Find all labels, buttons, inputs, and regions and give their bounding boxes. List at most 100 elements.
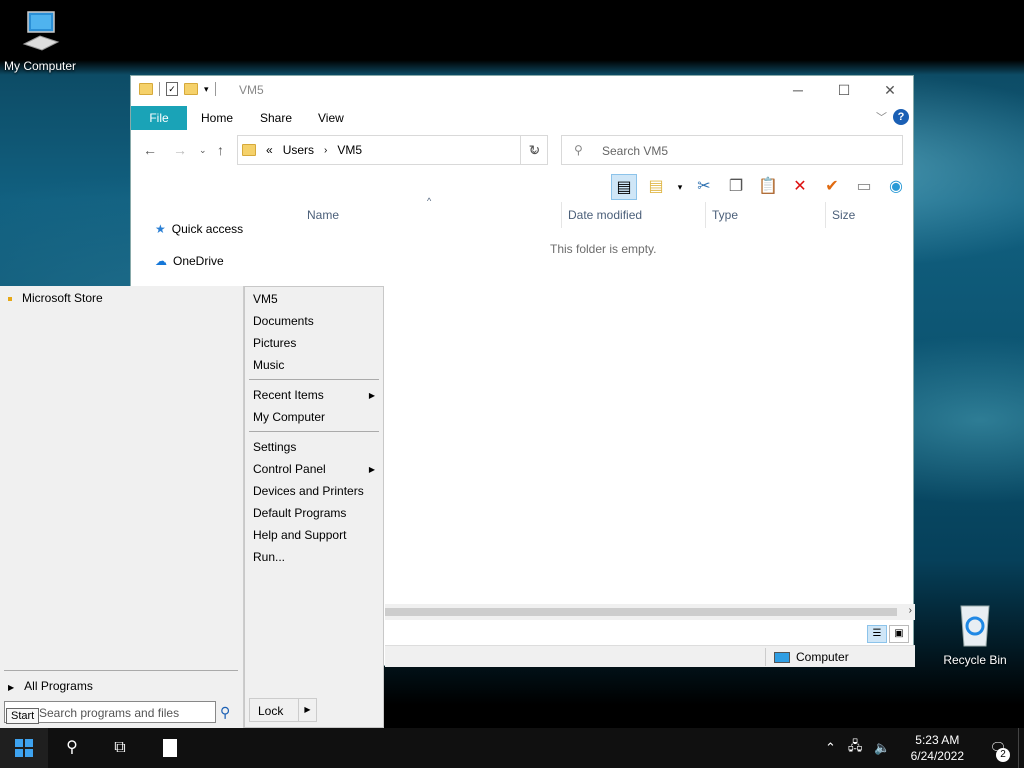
dropdown-icon[interactable]: ▾ xyxy=(675,174,685,200)
up-arrow-icon[interactable]: ↑ xyxy=(217,142,224,158)
status-bar: Computer xyxy=(385,645,915,667)
ribbon-tabs: File Home Share View xyxy=(131,106,913,130)
volume-icon[interactable]: 🔈 xyxy=(868,740,896,756)
maximize-button[interactable]: ☐ xyxy=(821,76,867,104)
command-toolbar: ▤ ▤ ▾ ✂ ❐ 📋 ✕ ✔ ▭ ◉ xyxy=(611,172,909,202)
address-row: ← → ⌄ ↑ « Users › VM5 ⌄ ↻ ⚲ Search VM5 xyxy=(131,134,913,166)
view-buttons: ☰ ▣ xyxy=(867,625,909,643)
menu-item-devices-and-printers[interactable]: Devices and Printers xyxy=(253,484,364,498)
desktop-icon-my-computer[interactable]: My Computer xyxy=(0,10,80,73)
all-programs-label: All Programs xyxy=(24,679,93,693)
lock-label: Lock xyxy=(258,704,284,718)
help-icon[interactable]: ? xyxy=(893,109,909,125)
menu-item-settings[interactable]: Settings xyxy=(253,440,296,454)
show-hidden-icons-icon[interactable]: ⌃ xyxy=(819,740,842,756)
menu-item-pictures[interactable]: Pictures xyxy=(253,336,296,350)
folder-icon[interactable] xyxy=(139,83,153,95)
close-button[interactable]: ✕ xyxy=(867,76,913,104)
desktop-icon-recycle-bin[interactable]: Recycle Bin xyxy=(935,602,1015,667)
nav-item-label: Quick access xyxy=(171,222,244,236)
scrollbar-thumb[interactable] xyxy=(385,608,897,616)
menu-item-help-and-support[interactable]: Help and Support xyxy=(253,528,346,542)
lock-button[interactable]: Lock ▶ xyxy=(249,698,317,722)
column-date-modified[interactable]: Date modified xyxy=(568,208,642,222)
taskbar-app-document[interactable] xyxy=(146,728,194,768)
search-input[interactable]: ⚲ Search VM5 xyxy=(561,135,903,165)
column-headers: Name ^ Date modified Type Size xyxy=(293,196,905,228)
menu-item-control-panel[interactable]: Control Panel xyxy=(253,462,326,476)
recycle-bin-icon xyxy=(960,605,990,647)
preview-pane-icon[interactable]: ▤ xyxy=(611,174,637,200)
status-location: Computer xyxy=(765,648,849,666)
horizontal-scrollbar[interactable]: › xyxy=(385,604,915,620)
menu-item-recent-items[interactable]: Recent Items xyxy=(253,388,324,402)
recent-locations-icon[interactable]: ⌄ xyxy=(199,145,207,156)
menu-item-my-computer[interactable]: My Computer xyxy=(253,410,325,424)
network-icon[interactable]: 🖧 xyxy=(842,737,869,759)
clock[interactable]: 5:23 AM 6/24/2022 xyxy=(897,732,978,764)
breadcrumb-separator-icon[interactable]: › xyxy=(324,145,327,156)
rename-check-icon[interactable]: ✔ xyxy=(819,174,845,200)
menu-item-vm5[interactable]: VM5 xyxy=(253,292,278,306)
power-options-arrow-icon[interactable]: ▶ xyxy=(298,699,316,721)
column-divider[interactable] xyxy=(825,202,826,228)
nav-item-quick-access[interactable]: ★ Quick access xyxy=(155,222,243,236)
desktop-icon-label: My Computer xyxy=(3,59,77,73)
breadcrumb-overflow[interactable]: « xyxy=(266,143,273,157)
properties-icon[interactable]: ✓ xyxy=(166,82,178,96)
large-icons-view-icon[interactable]: ▣ xyxy=(889,625,909,643)
breadcrumb-users[interactable]: Users xyxy=(283,143,314,157)
details-view-icon[interactable]: ☰ xyxy=(867,625,887,643)
all-programs-button[interactable]: ▶ All Programs xyxy=(8,679,93,693)
paste-icon[interactable]: 📋 xyxy=(755,174,781,200)
program-microsoft-store[interactable]: Microsoft Store xyxy=(8,291,103,305)
show-desktop-button[interactable] xyxy=(1018,728,1024,768)
refresh-button[interactable]: ↻ xyxy=(520,135,548,165)
menu-item-default-programs[interactable]: Default Programs xyxy=(253,506,346,520)
window-controls: ─ ☐ ✕ xyxy=(775,76,913,104)
breadcrumb: « Users › VM5 xyxy=(242,143,362,157)
back-arrow-icon[interactable]: ← xyxy=(143,142,157,158)
new-folder-icon[interactable] xyxy=(184,83,198,95)
search-button[interactable]: ⚲ xyxy=(48,728,96,768)
new-item-icon[interactable]: ▤ xyxy=(643,174,669,200)
search-icon[interactable]: ⚲ xyxy=(220,704,230,721)
column-divider[interactable] xyxy=(705,202,706,228)
action-center-button[interactable]: 🗨 2 xyxy=(978,728,1018,768)
menu-item-music[interactable]: Music xyxy=(253,358,284,372)
forward-arrow-icon[interactable]: → xyxy=(173,142,187,158)
windows-logo-icon xyxy=(15,739,33,757)
task-view-button[interactable]: ⧉ xyxy=(96,728,144,768)
menu-item-run[interactable]: Run... xyxy=(253,550,285,564)
cut-icon[interactable]: ✂ xyxy=(691,174,717,200)
start-menu-programs: Microsoft Store ▶ All Programs Search pro… xyxy=(0,286,244,728)
folder-icon xyxy=(242,144,256,156)
column-size[interactable]: Size xyxy=(832,208,855,222)
minimize-button[interactable]: ─ xyxy=(775,76,821,104)
menu-item-documents[interactable]: Documents xyxy=(253,314,314,328)
address-bar[interactable]: « Users › VM5 ⌄ xyxy=(237,135,548,165)
chevron-right-icon: ▶ xyxy=(8,683,15,692)
column-name[interactable]: Name xyxy=(307,208,339,222)
search-icon: ⚲ xyxy=(66,739,78,756)
tab-share[interactable]: Share xyxy=(260,106,292,130)
window-title: VM5 xyxy=(239,83,264,97)
title-bar[interactable]: ✓ ▾ VM5 ─ ☐ ✕ xyxy=(131,76,913,104)
column-type[interactable]: Type xyxy=(712,208,738,222)
tab-home[interactable]: Home xyxy=(201,106,233,130)
tab-view[interactable]: View xyxy=(318,106,344,130)
tab-file[interactable]: File xyxy=(131,106,187,130)
expand-ribbon-icon[interactable]: ﹀ xyxy=(876,109,887,125)
column-divider[interactable] xyxy=(561,202,562,228)
submenu-arrow-icon: ▶ xyxy=(368,465,375,474)
document-icon xyxy=(163,739,177,757)
globe-icon[interactable]: ◉ xyxy=(883,174,909,200)
scroll-right-icon[interactable]: › xyxy=(909,605,912,616)
copy-icon[interactable]: ❐ xyxy=(723,174,749,200)
properties-box-icon[interactable]: ▭ xyxy=(851,174,877,200)
breadcrumb-vm5[interactable]: VM5 xyxy=(337,143,362,157)
nav-item-onedrive[interactable]: ☁ OneDrive xyxy=(155,254,224,268)
start-button[interactable] xyxy=(0,728,48,768)
delete-icon[interactable]: ✕ xyxy=(787,174,813,200)
customize-dropdown-icon[interactable]: ▾ xyxy=(204,84,209,95)
